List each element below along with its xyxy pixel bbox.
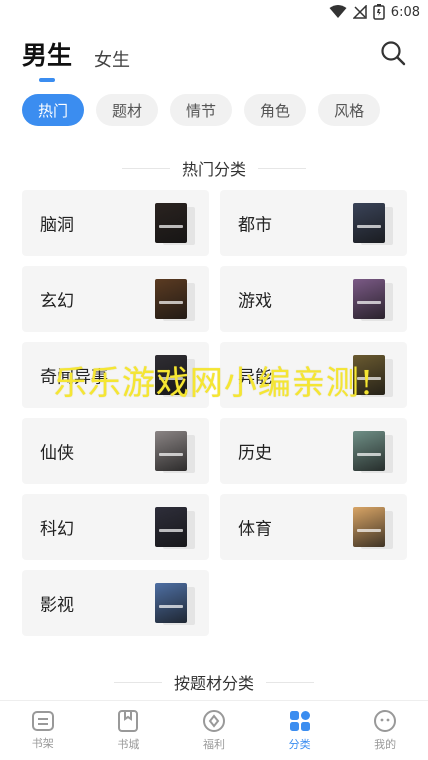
status-bar: 6:08: [0, 0, 428, 24]
category-label: 历史: [238, 443, 272, 464]
divider-line: [121, 167, 170, 169]
filter-chip-role[interactable]: 角色: [244, 94, 307, 126]
category-label: 游戏: [238, 291, 272, 312]
search-icon: [381, 41, 406, 66]
nav-bookstore[interactable]: 书城: [86, 701, 172, 760]
nav-bookshelf[interactable]: 书架: [0, 701, 86, 760]
category-grid: 脑洞 都市玄幻 游戏奇闻异事 异能仙侠 历史科幻 体育影视: [22, 190, 407, 636]
category-card[interactable]: 都市: [220, 190, 407, 256]
cover-title-mark: [159, 225, 183, 228]
filter-chip-theme[interactable]: 题材: [96, 94, 159, 126]
divider-line: [258, 167, 306, 169]
book-cover-thumbnail: [155, 279, 195, 322]
book-cover: [155, 431, 187, 471]
category-card[interactable]: 仙侠: [22, 418, 209, 484]
section-title-hot-label: 热门分类: [181, 160, 246, 179]
bookshelf-icon: [31, 711, 54, 731]
book-cover: [155, 279, 187, 319]
book-cover-thumbnail: [353, 507, 393, 550]
cover-title-mark: [357, 225, 381, 228]
nav-bookshelf-label: 书架: [31, 737, 54, 750]
cover-title-mark: [357, 453, 381, 456]
filter-chip-plot[interactable]: 情节: [170, 94, 233, 126]
active-tab-indicator: [39, 78, 55, 82]
category-card[interactable]: 影视: [22, 570, 209, 636]
category-label: 科幻: [40, 519, 74, 540]
section-title-hot: 热门分类: [0, 156, 428, 180]
nav-category-label: 分类: [288, 738, 311, 751]
book-cover-thumbnail: [353, 431, 393, 474]
section-title-theme: 按题材分类: [0, 670, 428, 694]
book-cover: [155, 583, 187, 623]
book-cover: [353, 279, 385, 319]
category-label: 异能: [238, 367, 272, 388]
cover-title-mark: [159, 529, 183, 532]
welfare-icon: [202, 710, 225, 732]
divider-line: [113, 681, 162, 683]
book-cover: [155, 203, 187, 243]
category-label: 体育: [238, 519, 272, 540]
book-cover-thumbnail: [353, 355, 393, 398]
category-card[interactable]: 历史: [220, 418, 407, 484]
gender-tabs: 男生 女生: [22, 36, 130, 82]
bookstore-icon: [118, 710, 139, 732]
book-cover-thumbnail: [155, 203, 195, 246]
book-cover: [353, 355, 385, 395]
cover-title-mark: [159, 453, 183, 456]
category-label: 影视: [40, 595, 74, 616]
divider-line: [266, 681, 314, 683]
search-button[interactable]: [380, 40, 406, 66]
cover-title-mark: [357, 377, 381, 380]
category-icon: [289, 711, 310, 731]
category-card[interactable]: 科幻: [22, 494, 209, 560]
tab-female[interactable]: 女生: [94, 46, 130, 82]
cover-title-mark: [357, 529, 381, 532]
category-card[interactable]: 玄幻: [22, 266, 209, 332]
category-card[interactable]: 异能: [220, 342, 407, 408]
category-card[interactable]: 脑洞: [22, 190, 209, 256]
nav-welfare-label: 福利: [202, 738, 225, 751]
nav-bookstore-label: 书城: [117, 738, 140, 751]
cover-title-mark: [159, 301, 183, 304]
battery-icon: [373, 4, 385, 20]
profile-icon: [374, 710, 397, 732]
book-cover-thumbnail: [353, 279, 393, 322]
no-signal-icon: [352, 5, 367, 19]
book-cover: [155, 507, 187, 547]
category-label: 玄幻: [40, 291, 74, 312]
category-label: 都市: [238, 215, 272, 236]
status-time: 6:08: [390, 4, 420, 20]
nav-profile-label: 我的: [374, 738, 397, 751]
filter-chip-hot[interactable]: 热门: [22, 94, 85, 126]
book-cover: [353, 507, 385, 547]
category-label: 奇闻异事: [40, 367, 108, 388]
filter-chips: 热门 题材 情节 角色 风格: [22, 94, 381, 126]
category-label: 仙侠: [40, 443, 74, 464]
section-title-theme-label: 按题材分类: [173, 674, 254, 693]
tab-female-label: 女生: [94, 50, 131, 71]
nav-profile[interactable]: 我的: [342, 701, 428, 760]
book-cover: [353, 203, 385, 243]
filter-chip-style[interactable]: 风格: [318, 94, 381, 126]
tab-male[interactable]: 男生: [22, 36, 72, 82]
bottom-nav: 书架 书城 福利 分类 我的: [0, 700, 428, 760]
book-cover-thumbnail: [155, 583, 195, 626]
nav-category[interactable]: 分类: [257, 701, 343, 760]
nav-welfare[interactable]: 福利: [171, 701, 257, 760]
category-label: 脑洞: [40, 215, 74, 236]
cover-title-mark: [159, 605, 183, 608]
cover-title-mark: [159, 377, 183, 380]
tab-male-label: 男生: [22, 41, 73, 70]
category-card[interactable]: 游戏: [220, 266, 407, 332]
category-card[interactable]: 体育: [220, 494, 407, 560]
book-cover-thumbnail: [353, 203, 393, 246]
book-cover-thumbnail: [155, 431, 195, 474]
wifi-icon: [329, 5, 347, 18]
book-cover-thumbnail: [155, 355, 195, 398]
category-card[interactable]: 奇闻异事: [22, 342, 209, 408]
book-cover: [353, 431, 385, 471]
book-cover-thumbnail: [155, 507, 195, 550]
book-cover: [155, 355, 187, 395]
cover-title-mark: [357, 301, 381, 304]
